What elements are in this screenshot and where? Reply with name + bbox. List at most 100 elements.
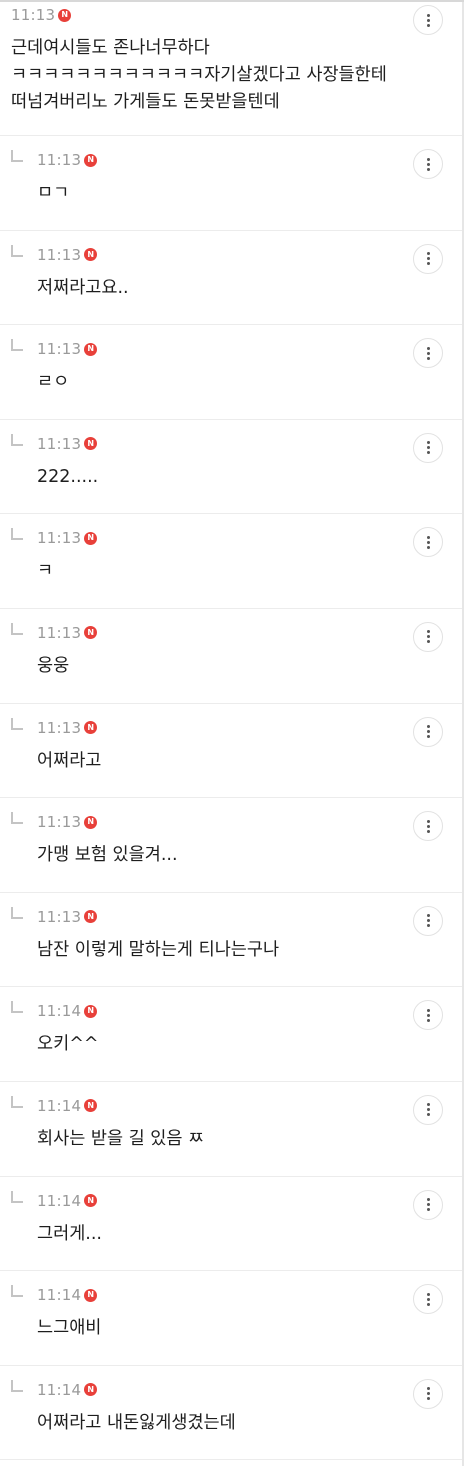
- new-badge-icon: N: [84, 1004, 98, 1018]
- comment-meta: 11:13 N: [11, 6, 72, 24]
- reply-arrow-icon: [11, 150, 23, 162]
- comment-meta: 11:13 N: [37, 151, 98, 169]
- reply-comment-13: 11:14 N 느그애비: [0, 1271, 462, 1366]
- parent-comment: 11:13 N 근데여시들도 존나너무하다 ㅋㅋㅋㅋㅋㅋㅋㅋㅋㅋㅋㅋ자기살겠다고…: [0, 0, 462, 136]
- more-vertical-icon: [426, 1008, 430, 1022]
- new-badge-icon: N: [58, 8, 72, 22]
- more-options-button[interactable]: [413, 243, 443, 274]
- comment-time: 11:13: [37, 623, 82, 642]
- more-options-button[interactable]: [413, 905, 443, 936]
- new-badge-icon: N: [84, 626, 98, 640]
- more-options-button[interactable]: [413, 1378, 443, 1409]
- more-options-button[interactable]: [413, 811, 443, 842]
- new-badge-icon: N: [84, 1194, 98, 1208]
- more-options-button[interactable]: [413, 1000, 443, 1031]
- new-badge-icon: N: [84, 1099, 98, 1113]
- reply-comment-12: 11:14 N 그러게...: [0, 1177, 462, 1272]
- comment-meta: 11:13 N: [37, 813, 98, 832]
- reply-comment-8: 11:13 N 가맹 보험 있을겨...: [0, 798, 462, 893]
- more-options-button[interactable]: [413, 1284, 443, 1315]
- more-vertical-icon: [426, 252, 430, 266]
- reply-comment-10: 11:14 N 오키^^: [0, 987, 462, 1082]
- comment-text: 느그애비: [37, 1318, 102, 1339]
- comment-time: 11:13: [37, 718, 82, 737]
- comment-time: 11:14: [37, 1002, 82, 1021]
- new-badge-icon: N: [84, 1383, 98, 1397]
- comment-meta: 11:13 N: [37, 529, 98, 548]
- reply-arrow-icon: [11, 339, 23, 352]
- comment-meta: 11:14 N: [37, 1286, 98, 1305]
- more-options-button[interactable]: [413, 5, 443, 35]
- comment-text: ㄹㅇ: [37, 372, 70, 393]
- reply-comment-6: 11:13 N 웅웅: [0, 609, 462, 704]
- comment-time: 11:13: [37, 151, 82, 169]
- comment-time: 11:13: [37, 907, 82, 926]
- comment-thread: 11:13 N 근데여시들도 존나너무하다 ㅋㅋㅋㅋㅋㅋㅋㅋㅋㅋㅋㅋ자기살겠다고…: [0, 0, 464, 1466]
- reply-comment-1: 11:13 N ㅁㄱ: [0, 136, 462, 231]
- reply-comment-9: 11:13 N 남잔 이렇게 말하는게 티나는구나: [0, 893, 462, 988]
- more-vertical-icon: [426, 1103, 430, 1117]
- comment-time: 11:14: [37, 1191, 82, 1210]
- reply-comment-5: 11:13 N ㅋ: [0, 514, 462, 609]
- comment-meta: 11:14 N: [37, 1096, 98, 1115]
- comment-time: 11:13: [37, 813, 82, 832]
- comment-text: ㅋ: [37, 561, 54, 582]
- more-vertical-icon: [426, 630, 430, 644]
- comment-meta: 11:13 N: [37, 623, 98, 642]
- comment-text: 저쩌라고요..: [37, 277, 129, 298]
- comment-time: 11:14: [37, 1380, 82, 1399]
- reply-arrow-icon: [11, 1285, 23, 1298]
- reply-comment-2: 11:13 N 저쩌라고요..: [0, 231, 462, 326]
- more-options-button[interactable]: [413, 621, 443, 652]
- new-badge-icon: N: [84, 437, 98, 451]
- comment-text: 남잔 이렇게 말하는게 티나는구나: [37, 939, 280, 960]
- comment-time: 11:13: [37, 529, 82, 548]
- reply-arrow-icon: [11, 906, 23, 919]
- more-options-button[interactable]: [413, 338, 443, 369]
- reply-comment-14: 11:14 N 어쩌라고 내돈잃게생겼는데: [0, 1366, 462, 1461]
- reply-arrow-icon: [11, 812, 23, 825]
- more-vertical-icon: [426, 441, 430, 455]
- comment-text: 어쩌라고 내돈잃게생겼는데: [37, 1412, 236, 1433]
- reply-comment-7: 11:13 N 어쩌라고: [0, 704, 462, 799]
- comment-time: 11:14: [37, 1096, 82, 1115]
- more-vertical-icon: [426, 157, 430, 171]
- more-options-button[interactable]: [413, 1189, 443, 1220]
- reply-arrow-icon: [11, 528, 23, 541]
- comment-time: 11:13: [37, 340, 82, 359]
- comment-text: 가맹 보험 있을겨...: [37, 845, 178, 866]
- comment-meta: 11:13 N: [37, 245, 98, 264]
- comment-text: ㅁㄱ: [37, 183, 70, 203]
- reply-arrow-icon: [11, 622, 23, 635]
- comment-text: 어쩌라고: [37, 750, 102, 771]
- comment-time: 11:13: [37, 245, 82, 264]
- more-vertical-icon: [426, 1198, 430, 1212]
- more-options-button[interactable]: [413, 527, 443, 558]
- reply-arrow-icon: [11, 433, 23, 446]
- comment-text: 오키^^: [37, 1034, 99, 1055]
- new-badge-icon: N: [84, 815, 98, 829]
- more-options-button[interactable]: [413, 1094, 443, 1125]
- reply-comment-4: 11:13 N 222.....: [0, 420, 462, 515]
- new-badge-icon: N: [84, 531, 98, 545]
- comment-time: 11:14: [37, 1286, 82, 1305]
- more-options-button[interactable]: [413, 432, 443, 463]
- reply-arrow-icon: [11, 1095, 23, 1108]
- new-badge-icon: N: [84, 248, 98, 262]
- comment-meta: 11:13 N: [37, 718, 98, 737]
- comment-meta: 11:13 N: [37, 907, 98, 926]
- more-options-button[interactable]: [413, 716, 443, 747]
- comment-meta: 11:14 N: [37, 1002, 98, 1021]
- new-badge-icon: N: [84, 910, 98, 924]
- reply-list: 11:13 N ㅁㄱ 11:13 N 저쩌라고요.. 11:13 N ㄹㅇ 11…: [0, 136, 462, 1461]
- more-options-button[interactable]: [413, 149, 443, 179]
- comment-text: 회사는 받을 길 있음 ㅉ: [37, 1128, 205, 1149]
- new-badge-icon: N: [84, 721, 98, 735]
- more-vertical-icon: [426, 346, 430, 360]
- reply-comment-3: 11:13 N ㄹㅇ: [0, 325, 462, 420]
- reply-arrow-icon: [11, 244, 23, 257]
- comment-text: 222.....: [37, 466, 99, 487]
- comment-meta: 11:14 N: [37, 1380, 98, 1399]
- comment-text: 웅웅: [37, 655, 70, 676]
- comment-meta: 11:13 N: [37, 340, 98, 359]
